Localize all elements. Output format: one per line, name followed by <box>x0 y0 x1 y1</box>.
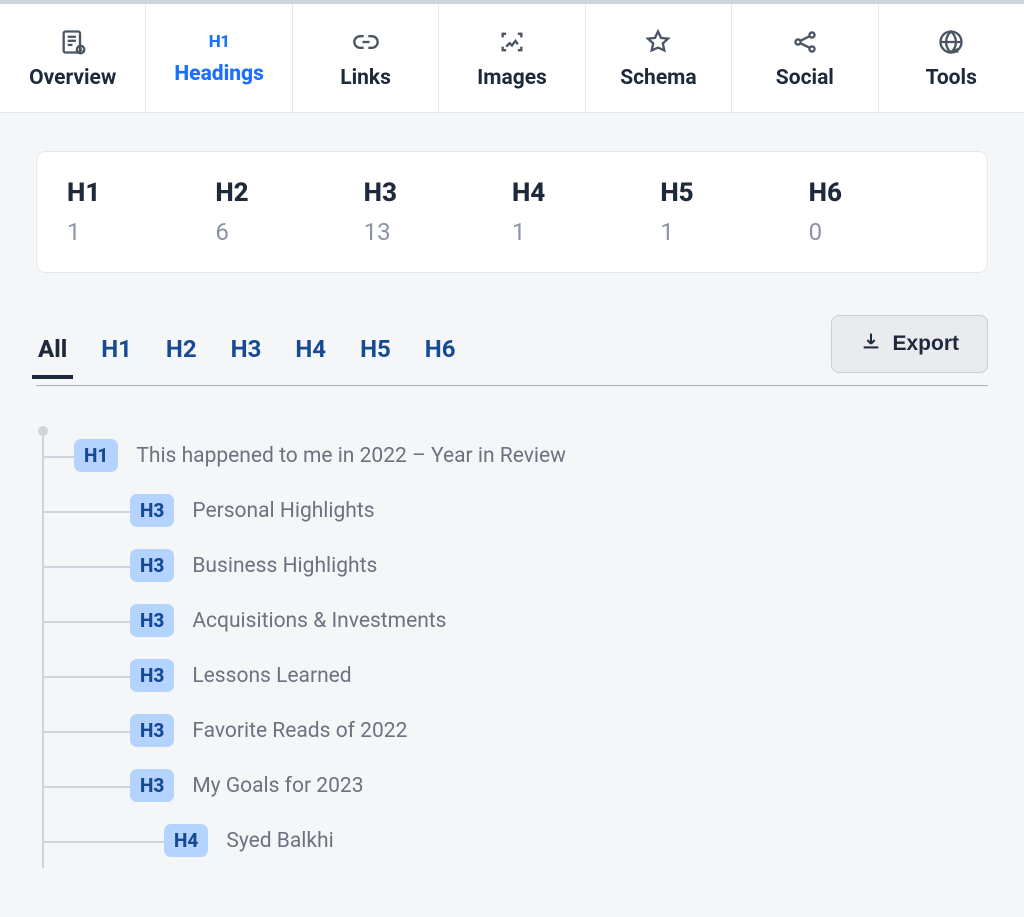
tree-item[interactable]: H3 Lessons Learned <box>42 648 988 703</box>
summary-h4-value: 1 <box>512 218 660 246</box>
content-area: H1 1 H2 6 H3 13 H4 1 H5 1 H6 0 All H1 H2 <box>0 113 1024 868</box>
share-icon <box>791 28 819 56</box>
tab-links-label: Links <box>340 66 391 90</box>
tree-connector <box>42 731 130 733</box>
heading-badge: H1 <box>74 439 118 472</box>
tree-connector <box>42 841 164 843</box>
summary-h2: H2 6 <box>215 178 363 246</box>
tree-connector <box>42 566 130 568</box>
filter-h6[interactable]: H6 <box>423 335 458 377</box>
filter-all[interactable]: All <box>36 335 69 377</box>
filter-tabs: All H1 H2 H3 H4 H5 H6 <box>36 335 458 377</box>
tab-social[interactable]: Social <box>732 4 878 112</box>
summary-h3-value: 13 <box>364 218 512 246</box>
summary-h4: H4 1 <box>512 178 660 246</box>
filter-h3[interactable]: H3 <box>229 335 264 377</box>
document-icon <box>59 28 87 56</box>
tab-social-label: Social <box>776 66 834 90</box>
tab-headings-label: Headings <box>174 62 264 86</box>
globe-icon <box>937 28 965 56</box>
tab-tools[interactable]: Tools <box>879 4 1024 112</box>
tree-item[interactable]: H1 This happened to me in 2022 – Year in… <box>42 428 988 483</box>
filter-h5[interactable]: H5 <box>358 335 393 377</box>
summary-h5-value: 1 <box>660 218 808 246</box>
tab-headings[interactable]: H1 Headings <box>146 4 292 112</box>
tree-item[interactable]: H3 Business Highlights <box>42 538 988 593</box>
summary-h3: H3 13 <box>364 178 512 246</box>
heading-text: My Goals for 2023 <box>192 774 363 798</box>
summary-h2-label: H2 <box>215 178 363 208</box>
summary-h5-label: H5 <box>660 178 808 208</box>
heading-text: Lessons Learned <box>192 664 351 688</box>
filter-h4[interactable]: H4 <box>293 335 328 377</box>
heading-text: Personal Highlights <box>192 499 374 523</box>
heading-badge: H3 <box>130 659 174 692</box>
heading-badge: H3 <box>130 604 174 637</box>
heading-summary-card: H1 1 H2 6 H3 13 H4 1 H5 1 H6 0 <box>36 151 988 273</box>
summary-h5: H5 1 <box>660 178 808 246</box>
export-button[interactable]: Export <box>831 315 988 373</box>
top-tab-bar: Overview H1 Headings Links Images Schema… <box>0 4 1024 113</box>
summary-h4-label: H4 <box>512 178 660 208</box>
tree-connector <box>42 511 130 513</box>
filter-row: All H1 H2 H3 H4 H5 H6 Export <box>36 327 988 386</box>
heading-text: Favorite Reads of 2022 <box>192 719 407 743</box>
heading-badge: H3 <box>130 549 174 582</box>
download-icon <box>860 330 882 358</box>
tab-images[interactable]: Images <box>439 4 585 112</box>
tree-connector <box>42 786 130 788</box>
link-icon <box>352 28 380 56</box>
tree-connector <box>42 621 130 623</box>
tab-images-label: Images <box>477 66 547 90</box>
tree-connector <box>42 676 130 678</box>
tab-tools-label: Tools <box>926 66 977 90</box>
heading-text: Business Highlights <box>192 554 377 578</box>
image-scan-icon <box>498 28 526 56</box>
summary-h6-value: 0 <box>809 218 957 246</box>
heading-text: Syed Balkhi <box>226 829 333 853</box>
tab-schema[interactable]: Schema <box>586 4 732 112</box>
heading-badge: H3 <box>130 769 174 802</box>
heading-icon: H1 <box>209 32 230 52</box>
summary-h1-value: 1 <box>67 218 215 246</box>
tree-connector <box>42 456 74 458</box>
export-button-label: Export <box>892 332 959 356</box>
tab-links[interactable]: Links <box>293 4 439 112</box>
heading-text: Acquisitions & Investments <box>192 609 446 633</box>
tab-overview-label: Overview <box>29 66 116 90</box>
summary-h6: H6 0 <box>809 178 957 246</box>
summary-h3-label: H3 <box>364 178 512 208</box>
tree-item[interactable]: H3 Favorite Reads of 2022 <box>42 703 988 758</box>
heading-badge: H4 <box>164 824 208 857</box>
heading-badge: H3 <box>130 714 174 747</box>
heading-tree: H1 This happened to me in 2022 – Year in… <box>36 428 988 868</box>
summary-h1: H1 1 <box>67 178 215 246</box>
heading-badge: H3 <box>130 494 174 527</box>
summary-h6-label: H6 <box>809 178 957 208</box>
tree-item[interactable]: H4 Syed Balkhi <box>42 813 988 868</box>
summary-h2-value: 6 <box>215 218 363 246</box>
tab-schema-label: Schema <box>620 66 696 90</box>
tree-item[interactable]: H3 Personal Highlights <box>42 483 988 538</box>
tree-item[interactable]: H3 Acquisitions & Investments <box>42 593 988 648</box>
tab-overview[interactable]: Overview <box>0 4 146 112</box>
star-icon <box>644 28 672 56</box>
filter-h1[interactable]: H1 <box>99 335 134 377</box>
heading-text: This happened to me in 2022 – Year in Re… <box>136 444 566 468</box>
summary-h1-label: H1 <box>67 178 215 208</box>
filter-h2[interactable]: H2 <box>164 335 199 377</box>
tree-item[interactable]: H3 My Goals for 2023 <box>42 758 988 813</box>
